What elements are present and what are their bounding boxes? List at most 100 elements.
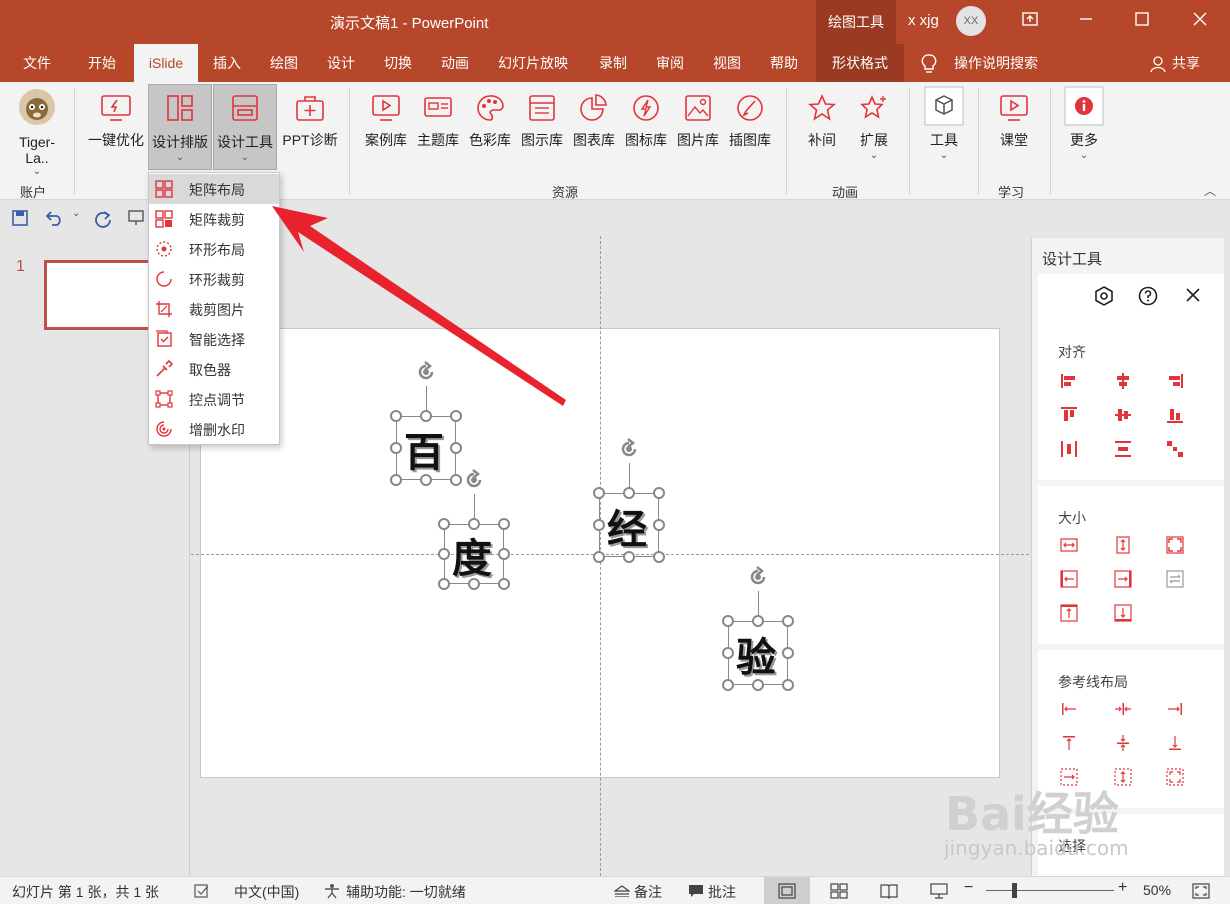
tween-button[interactable]: 补间 [800, 94, 844, 150]
resize-handle[interactable] [593, 551, 605, 563]
tools-button[interactable]: 工具 ⌄ [922, 86, 966, 161]
presenter-view-icon[interactable] [930, 883, 948, 899]
slide-sorter-icon[interactable] [830, 883, 848, 899]
color-library-button[interactable]: 色彩库 [464, 94, 516, 150]
align-center-icon[interactable] [1114, 372, 1132, 390]
illustration-library-button[interactable]: 插图库 [724, 94, 776, 150]
design-tools-button[interactable]: 设计工具 ⌄ [213, 84, 277, 170]
guide-bottom-icon[interactable] [1166, 734, 1184, 752]
theme-library-button[interactable]: 主题库 [412, 94, 464, 150]
slideshow-icon[interactable] [128, 210, 146, 226]
align-middle-icon[interactable] [1114, 406, 1132, 424]
align-left-icon[interactable] [1060, 372, 1078, 390]
swap-size-icon[interactable] [1166, 570, 1184, 588]
expand-right-icon[interactable] [1114, 570, 1132, 588]
case-library-button[interactable]: 案例库 [360, 94, 412, 150]
resize-handle[interactable] [722, 615, 734, 627]
expand-left-icon[interactable] [1060, 570, 1078, 588]
align-right-icon[interactable] [1166, 372, 1184, 390]
guide-center-h-icon[interactable] [1114, 700, 1132, 718]
rotate-handle-icon[interactable] [617, 437, 641, 461]
zoom-level[interactable]: 50% [1143, 882, 1171, 898]
minimize-icon[interactable] [1066, 8, 1106, 36]
resize-handle[interactable] [752, 679, 764, 691]
resize-handle[interactable] [438, 518, 450, 530]
resize-handle[interactable] [390, 474, 402, 486]
shape-bai[interactable]: 百 [390, 361, 462, 486]
shape-du[interactable]: 度 [438, 469, 510, 590]
language-status[interactable]: 中文(中国) [234, 882, 299, 902]
rotate-handle-icon[interactable] [462, 468, 486, 492]
collapse-ribbon-icon[interactable]: ︿ [1204, 182, 1216, 199]
resize-handle[interactable] [782, 615, 794, 627]
reading-view-icon[interactable] [880, 883, 898, 899]
account-button[interactable]: Tiger-La.. ⌄ [12, 88, 62, 177]
resize-handle[interactable] [498, 578, 510, 590]
tab-review[interactable]: 审阅 [656, 44, 684, 82]
zoom-in-button[interactable]: + [1118, 879, 1127, 897]
slide-thumbnail[interactable] [44, 260, 152, 330]
resize-handle[interactable] [782, 679, 794, 691]
accessibility-icon[interactable] [323, 883, 341, 899]
image-library-button[interactable]: 图片库 [672, 94, 724, 150]
spelling-check-icon[interactable] [194, 884, 210, 898]
help-icon[interactable] [1138, 286, 1158, 306]
same-height-icon[interactable] [1114, 536, 1132, 554]
resize-handle[interactable] [653, 519, 665, 531]
shape-yan[interactable]: 验 [722, 566, 794, 691]
ribbon-display-icon[interactable] [1010, 8, 1050, 36]
same-width-icon[interactable] [1060, 536, 1078, 554]
zoom-slider-thumb[interactable] [1012, 883, 1017, 898]
settings-hex-icon[interactable] [1094, 286, 1114, 306]
close-panel-icon[interactable] [1186, 288, 1200, 302]
tab-home[interactable]: 开始 [88, 44, 116, 82]
shape-jing[interactable]: 经 [593, 438, 665, 563]
save-icon[interactable] [12, 210, 28, 226]
accessibility-status[interactable]: 辅助功能: 一切就绪 [346, 882, 466, 902]
align-diagonal-icon[interactable] [1166, 440, 1184, 458]
guide-right-icon[interactable] [1166, 700, 1184, 718]
guide-fill-all-icon[interactable] [1166, 768, 1184, 786]
tab-animations[interactable]: 动画 [441, 44, 469, 82]
resize-handle[interactable] [420, 474, 432, 486]
resize-handle[interactable] [593, 519, 605, 531]
normal-view-button[interactable] [764, 877, 810, 904]
undo-dropdown-icon[interactable]: ⌄ [72, 208, 80, 219]
expand-bottom-icon[interactable] [1114, 604, 1132, 622]
resize-handle[interactable] [782, 647, 794, 659]
tab-transitions[interactable]: 切换 [384, 44, 412, 82]
more-button[interactable]: 更多 ⌄ [1062, 86, 1106, 161]
extend-button[interactable]: 扩展 ⌄ [852, 94, 896, 161]
tab-shape-format[interactable]: 形状格式 [816, 44, 904, 82]
tab-islide[interactable]: iSlide [134, 44, 198, 82]
chart-library-button[interactable]: 图表库 [568, 94, 620, 150]
guide-top-icon[interactable] [1060, 734, 1078, 752]
undo-icon[interactable] [44, 210, 64, 226]
resize-handle[interactable] [390, 442, 402, 454]
one-click-optimize-button[interactable]: 一键优化 [84, 94, 148, 150]
resize-handle[interactable] [498, 518, 510, 530]
tab-help[interactable]: 帮助 [770, 44, 798, 82]
redo-icon[interactable] [94, 210, 112, 228]
guide-left-icon[interactable] [1060, 700, 1078, 718]
resize-handle[interactable] [722, 647, 734, 659]
design-layout-button[interactable]: 设计排版 ⌄ [148, 84, 212, 170]
zoom-out-button[interactable]: − [964, 879, 973, 897]
ppt-diagnose-button[interactable]: PPT诊断 [280, 94, 340, 150]
resize-handle[interactable] [653, 487, 665, 499]
resize-handle[interactable] [498, 548, 510, 560]
notes-button[interactable]: 备注 [634, 882, 662, 902]
resize-handle[interactable] [722, 679, 734, 691]
tab-design[interactable]: 设计 [327, 44, 355, 82]
close-icon[interactable] [1180, 8, 1220, 36]
resize-handle[interactable] [450, 474, 462, 486]
same-size-icon[interactable] [1166, 536, 1184, 554]
tab-view[interactable]: 视图 [713, 44, 741, 82]
menu-item-watermark[interactable]: 增删水印 [149, 414, 279, 444]
zoom-slider[interactable] [986, 890, 1114, 891]
resize-handle[interactable] [468, 578, 480, 590]
resize-handle[interactable] [593, 487, 605, 499]
resize-handle[interactable] [623, 551, 635, 563]
resize-handle[interactable] [438, 548, 450, 560]
expand-top-icon[interactable] [1060, 604, 1078, 622]
